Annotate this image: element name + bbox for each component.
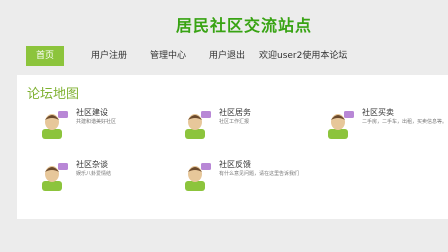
nav-home[interactable]: 首页 [26, 46, 64, 66]
main-nav: 首页 用户注册 管理中心 用户退出 [26, 46, 448, 66]
user-avatar-icon [185, 111, 211, 139]
forum-name[interactable]: 社区杂谈 [76, 159, 108, 170]
forum-item[interactable]: 社区买卖 二手房，二手车，出租，买卖信息等。 [325, 105, 448, 139]
forum-desc: 娱乐八卦爱情结 [76, 171, 112, 177]
site-title: 居民社区交流站点 [175, 16, 312, 35]
user-avatar-icon [42, 111, 68, 139]
forum-desc: 二手房，二手车，出租，买卖信息等。 [362, 119, 448, 125]
user-avatar-icon [42, 163, 68, 191]
nav-logout[interactable]: 用户退出 [209, 46, 245, 66]
section-title: 论坛地图 [27, 87, 80, 102]
forum-name[interactable]: 社区居务 [219, 107, 251, 118]
forum-desc: 社区工作汇报 [219, 119, 250, 125]
user-avatar-icon [328, 111, 354, 139]
forum-name[interactable]: 社区买卖 [362, 107, 394, 118]
forum-item[interactable]: 社区反馈 有什么意见问题，请在这里告诉我们 [182, 157, 312, 191]
nav-admin-center[interactable]: 管理中心 [150, 46, 186, 66]
forum-item[interactable]: 社区居务 社区工作汇报 [182, 105, 312, 139]
welcome-message: 欢迎user2使用本论坛 [259, 51, 348, 61]
nav-register[interactable]: 用户注册 [91, 46, 127, 66]
forum-map-panel: 论坛地图 社区建设 共建和谐美好社区 社区居务 社区工作汇报 社区买卖 二手房，… [17, 75, 448, 219]
forum-item[interactable]: 社区杂谈 娱乐八卦爱情结 [39, 157, 169, 191]
forum-name[interactable]: 社区反馈 [219, 159, 251, 170]
forum-item[interactable]: 社区建设 共建和谐美好社区 [39, 105, 169, 139]
user-avatar-icon [185, 163, 211, 191]
forum-desc: 共建和谐美好社区 [76, 119, 117, 125]
forum-name[interactable]: 社区建设 [76, 107, 108, 118]
forum-desc: 有什么意见问题，请在这里告诉我们 [219, 171, 300, 177]
